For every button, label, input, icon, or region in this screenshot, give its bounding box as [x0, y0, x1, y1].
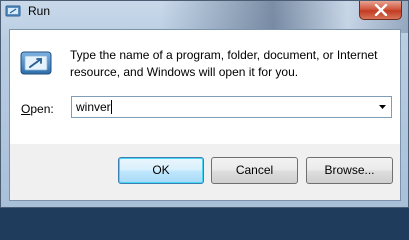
run-dialog: Run Type the name of a program, folder, … [0, 0, 409, 208]
close-icon [374, 4, 388, 16]
open-combobox[interactable] [71, 96, 392, 118]
ok-button[interactable]: OK [118, 157, 204, 184]
window-title: Run [28, 4, 51, 18]
close-button[interactable] [359, 1, 402, 20]
dropdown-button[interactable] [374, 97, 391, 117]
run-icon [20, 49, 54, 79]
run-icon [5, 4, 21, 18]
dialog-content: Type the name of a program, folder, docu… [10, 30, 400, 144]
text-caret [111, 100, 112, 114]
open-input[interactable] [72, 97, 372, 117]
title-bar[interactable]: Run [1, 1, 408, 21]
chevron-down-icon [379, 105, 386, 109]
dialog-description: Type the name of a program, folder, docu… [70, 48, 378, 79]
browse-button[interactable]: Browse... [306, 157, 393, 184]
open-label: Open: [21, 102, 54, 116]
cancel-button[interactable]: Cancel [211, 157, 298, 184]
